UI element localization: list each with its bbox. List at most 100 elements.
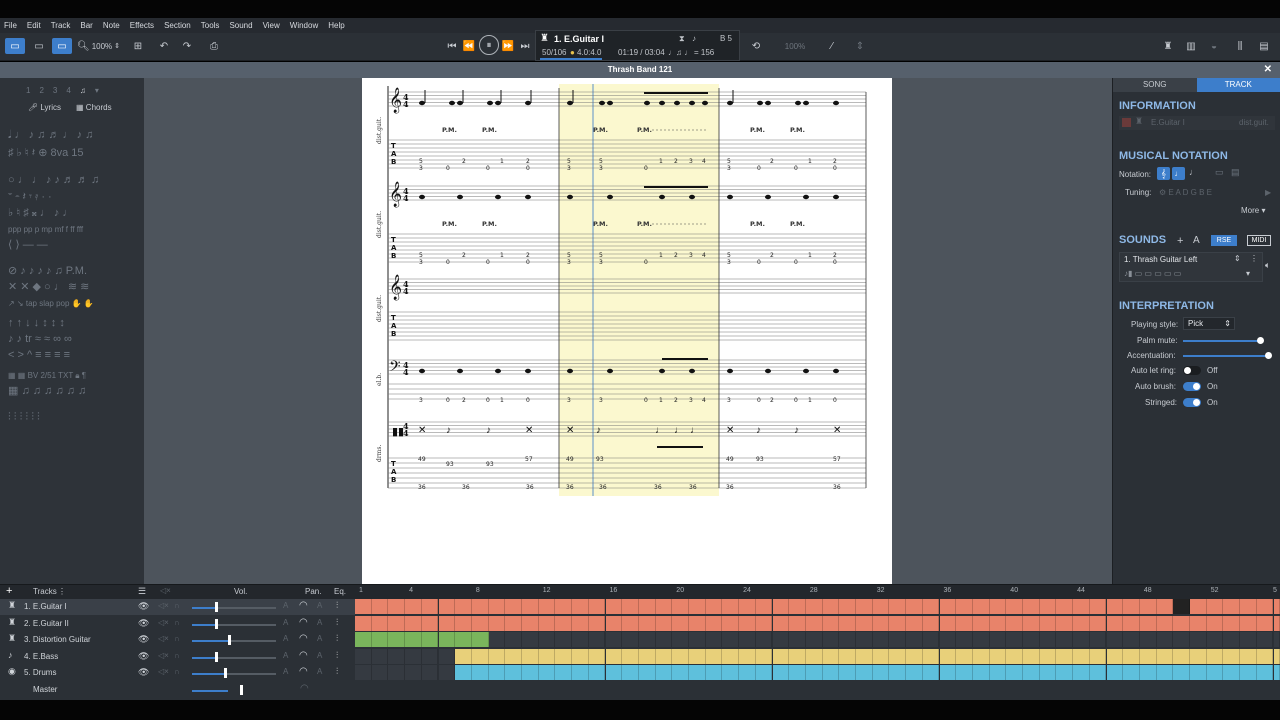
track-bar-cell[interactable] bbox=[1273, 665, 1280, 680]
fretboard-icon[interactable]: ▥ bbox=[1184, 38, 1198, 54]
track-bar-cell[interactable] bbox=[538, 632, 556, 647]
track-bar-cell[interactable] bbox=[956, 615, 973, 631]
track-bar-cell[interactable] bbox=[605, 648, 623, 664]
track-bar-cell[interactable] bbox=[1173, 632, 1190, 647]
track-grid[interactable] bbox=[355, 599, 1280, 685]
master-pan-icon[interactable]: ◠ bbox=[300, 683, 309, 694]
rhythm-notation-icon[interactable]: ♩ bbox=[1189, 167, 1198, 177]
track-bar-cell[interactable] bbox=[805, 599, 823, 614]
track-bar-cell[interactable] bbox=[638, 632, 656, 647]
track-bar-cell[interactable] bbox=[622, 632, 639, 647]
headphones-icon[interactable]: ∩ bbox=[174, 667, 180, 676]
track-bar-cell[interactable] bbox=[405, 599, 422, 614]
track-bar-cell[interactable] bbox=[1123, 632, 1140, 647]
track-bar-cell[interactable] bbox=[1156, 599, 1174, 614]
track-bar-cell[interactable] bbox=[889, 615, 907, 631]
track-bar-cell[interactable] bbox=[1106, 648, 1124, 664]
add-sound-icon[interactable]: + bbox=[1177, 235, 1183, 247]
track-bar-cell[interactable] bbox=[1223, 665, 1241, 680]
track-bar-cell[interactable] bbox=[655, 632, 673, 647]
automation-icon[interactable]: A bbox=[283, 651, 288, 660]
tab-notation-icon[interactable]: ♩ bbox=[1172, 167, 1185, 180]
track-bar-cell[interactable] bbox=[705, 648, 723, 664]
track-bar-cell[interactable] bbox=[972, 615, 990, 631]
track-bar-cell[interactable] bbox=[755, 599, 773, 614]
menu-note[interactable]: Note bbox=[103, 21, 120, 30]
track-bar-cell[interactable] bbox=[371, 615, 389, 631]
track-bar-cell[interactable] bbox=[705, 632, 723, 647]
track-bar-cell[interactable] bbox=[839, 648, 856, 664]
slider-knob[interactable] bbox=[1265, 352, 1272, 359]
track-bar-cell[interactable] bbox=[522, 615, 539, 631]
track-bar-cell[interactable] bbox=[1190, 665, 1207, 680]
track-bar-cell[interactable] bbox=[856, 632, 873, 647]
track-bar-cell[interactable] bbox=[989, 665, 1007, 680]
track-bar-cell[interactable] bbox=[789, 632, 806, 647]
track-bar-cell[interactable] bbox=[1106, 665, 1124, 680]
volume-knob[interactable] bbox=[215, 618, 219, 629]
track-bar-cell[interactable] bbox=[672, 632, 689, 647]
track-bar-cell[interactable] bbox=[371, 599, 389, 614]
more-button[interactable]: More ▾ bbox=[1241, 206, 1265, 215]
track-bar-cell[interactable] bbox=[956, 599, 973, 614]
track-bar-cell[interactable] bbox=[555, 615, 573, 631]
track-bar-cell[interactable] bbox=[488, 648, 506, 664]
effects-palette[interactable]: ✕ ✕ ◆ ○ ♩ ≋ ≋ bbox=[8, 282, 89, 293]
track-bar-cell[interactable] bbox=[1056, 615, 1074, 631]
durations-palette[interactable]: ○ ♩ ♩ ♪ ♪ ♬ ♬ ♫ bbox=[8, 175, 99, 186]
track-row[interactable]: ◉ 5. Drums 👁︎ ◁× ∩ A ◠ A ⫶ bbox=[0, 665, 355, 681]
track-bar-cell[interactable] bbox=[906, 648, 923, 664]
slash-notation-icon[interactable]: ▭ bbox=[1215, 167, 1224, 178]
track-bar-cell[interactable] bbox=[1023, 632, 1040, 647]
menu-track[interactable]: Track bbox=[51, 21, 71, 30]
track-bar-cell[interactable] bbox=[1039, 599, 1057, 614]
track-bar-cell[interactable] bbox=[505, 615, 522, 631]
track-bar-cell[interactable] bbox=[1139, 632, 1157, 647]
track-bar-cell[interactable] bbox=[872, 615, 890, 631]
track-bar-cell[interactable] bbox=[805, 615, 823, 631]
track-bar-cell[interactable] bbox=[939, 665, 957, 680]
bar-ruler[interactable]: 1 4 8 12 16 20 24 28 32 36 40 44 48 52 5 bbox=[355, 585, 1280, 599]
track-bar-cell[interactable] bbox=[872, 632, 890, 647]
track-bar-cell[interactable] bbox=[1240, 665, 1257, 680]
track-bar-cell[interactable] bbox=[638, 599, 656, 614]
track-bar-cell[interactable] bbox=[421, 599, 439, 614]
redo-icon[interactable]: ↷ bbox=[179, 38, 195, 54]
track-bar-cell[interactable] bbox=[438, 599, 456, 614]
track-bar-cell[interactable] bbox=[1139, 615, 1157, 631]
track-bar-cell[interactable] bbox=[1190, 632, 1207, 647]
track-bar-cell[interactable] bbox=[989, 632, 1007, 647]
track-bar-cell[interactable] bbox=[939, 648, 957, 664]
track-bar-cell[interactable] bbox=[538, 615, 556, 631]
track-bar-cell[interactable] bbox=[1273, 615, 1280, 631]
track-bar-cell[interactable] bbox=[488, 665, 506, 680]
voice-3[interactable]: 3 bbox=[53, 86, 57, 95]
articulations-palette[interactable]: ⊘ ♪ ♪ ♪ ♪ ♫ P.M. bbox=[8, 266, 87, 277]
track-bar-cell[interactable] bbox=[355, 665, 372, 680]
track-bar-cell[interactable] bbox=[1089, 632, 1107, 647]
track-bar-cell[interactable] bbox=[1006, 648, 1023, 664]
track-bar-cell[interactable] bbox=[689, 615, 706, 631]
track-bar-cell[interactable] bbox=[839, 665, 856, 680]
track-bar-cell[interactable] bbox=[438, 615, 456, 631]
eye-icon[interactable]: 👁︎ bbox=[138, 634, 149, 645]
standard-notation-icon[interactable]: 𝄞 bbox=[1157, 167, 1170, 180]
track-bar-cell[interactable] bbox=[1039, 665, 1057, 680]
track-bar-cell[interactable] bbox=[689, 599, 706, 614]
close-icon[interactable]: ✕ bbox=[1264, 62, 1272, 78]
track-bar-cell[interactable] bbox=[822, 632, 840, 647]
track-bar-cell[interactable] bbox=[772, 615, 790, 631]
score-page[interactable]: 𝄞 𝄞 𝄞 𝄢 ▮▮ 44 44 44 44 44 TAB TAB TAB TA… bbox=[362, 78, 892, 584]
track-bar-cell[interactable] bbox=[488, 615, 506, 631]
track-bar-cell[interactable] bbox=[1056, 599, 1074, 614]
eye-icon[interactable]: 👁︎ bbox=[138, 618, 149, 629]
track-bar-cell[interactable] bbox=[672, 615, 689, 631]
zoom-control[interactable]: 🔍︎ 100% ⇕ bbox=[77, 38, 123, 54]
track-bar-cell[interactable] bbox=[1056, 632, 1074, 647]
track-bar-cell[interactable] bbox=[1139, 665, 1157, 680]
stringed-toggle[interactable] bbox=[1183, 398, 1201, 407]
add-track-icon[interactable]: + bbox=[6, 585, 12, 597]
dropdown-icon[interactable]: ▾ bbox=[95, 86, 99, 95]
track-bar-cell[interactable] bbox=[355, 615, 372, 631]
track-bar-cell[interactable] bbox=[555, 632, 573, 647]
